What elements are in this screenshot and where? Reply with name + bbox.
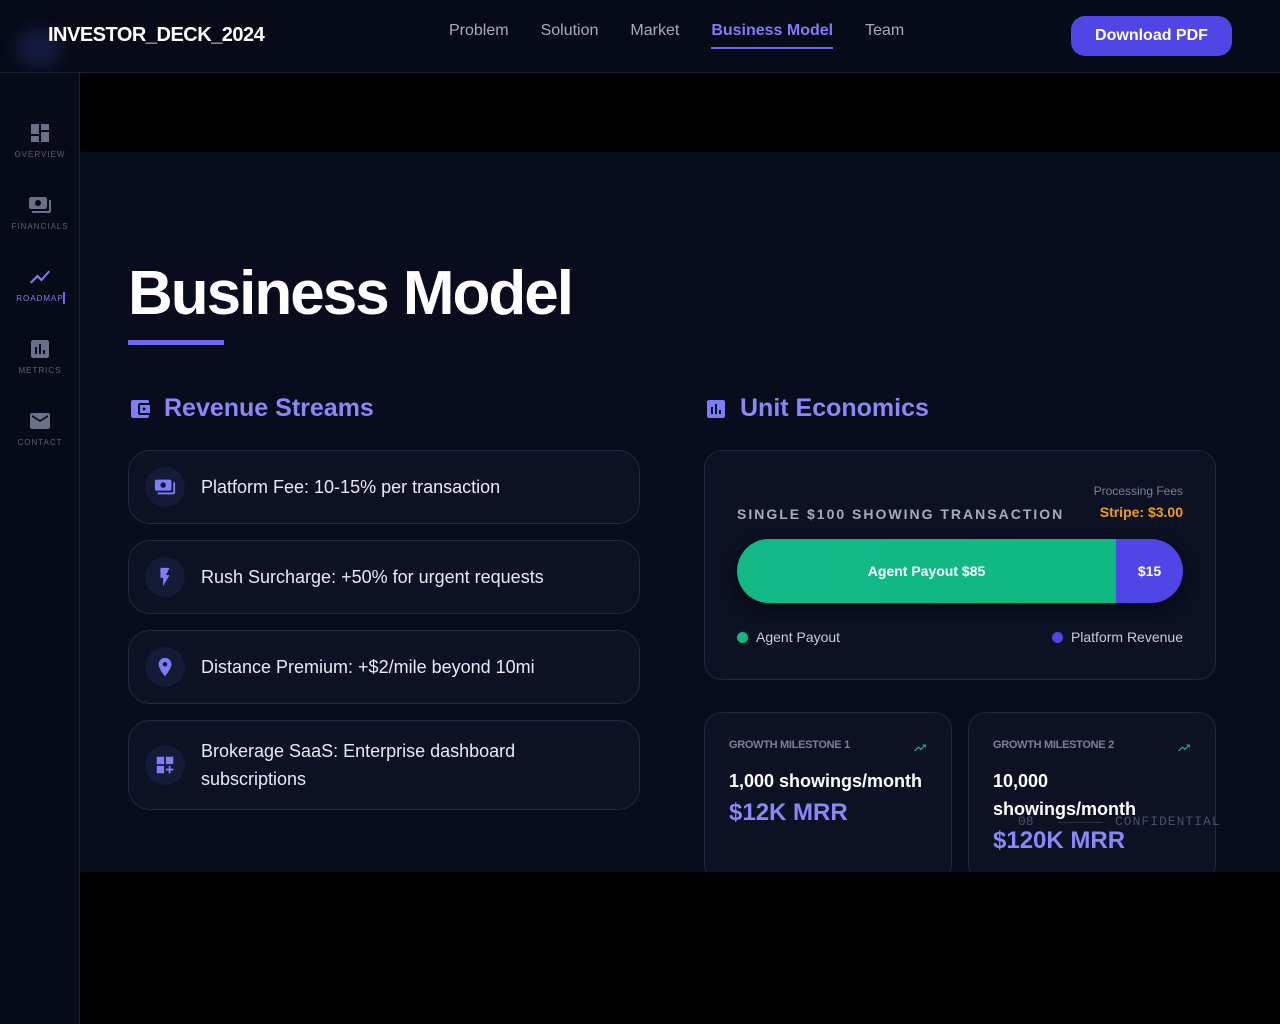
sidebar-label-overview: OVERVIEW — [14, 150, 66, 159]
revenue-item-platform-fee: Platform Fee: 10-15% per transaction — [128, 450, 640, 524]
nav-market[interactable]: Market — [630, 22, 679, 49]
milestone-label: GROWTH MILESTONE 2 — [993, 739, 1114, 751]
milestone-card-1: GROWTH MILESTONE 1 1,000 showings/month … — [704, 712, 952, 872]
revenue-icon-bg — [145, 467, 185, 507]
milestone-value: 1,000 showings/month — [729, 771, 923, 791]
money-icon — [29, 197, 51, 213]
page-title: Business Model — [128, 259, 574, 328]
sidebar-label-contact: CONTACT — [17, 438, 63, 447]
sidebar-item-contact[interactable]: CONTACT — [0, 409, 80, 469]
brand-logo-text[interactable]: INVESTOR_DECK_2024 — [48, 24, 265, 47]
revenue-item-text: Distance Premium: +$2/mile beyond 10mi — [201, 657, 535, 677]
milestone-mrr: $120K MRR — [993, 827, 1126, 854]
footer-divider — [1058, 822, 1103, 823]
legend-dot-platform — [1051, 631, 1063, 643]
revenue-icon-bg — [145, 647, 185, 687]
nav-problem[interactable]: Problem — [449, 22, 509, 49]
trend-line-icon — [30, 270, 50, 284]
download-pdf-button[interactable]: Download PDF — [1071, 16, 1232, 56]
sidebar-item-financials[interactable]: FINANCIALS — [0, 193, 80, 253]
processing-fees-label: Processing Fees — [1093, 484, 1183, 498]
top-nav: Problem Solution Market Business Model T… — [449, 22, 904, 49]
revenue-icon-bg — [145, 745, 185, 785]
trending-up-icon — [914, 744, 926, 752]
top-bar: INVESTOR_DECK_2024 Problem Solution Mark… — [0, 0, 1280, 73]
revenue-streams-title: Revenue Streams — [164, 394, 374, 422]
revenue-streams-heading: Revenue Streams — [128, 394, 374, 423]
nav-team[interactable]: Team — [865, 22, 904, 49]
add-grid-icon — [156, 756, 174, 774]
transaction-heading: SINGLE $100 SHOWING TRANSACTION — [737, 506, 1065, 522]
wallet-icon — [131, 399, 150, 418]
milestone-card-2: GROWTH MILESTONE 2 10,000 showings/month… — [968, 712, 1216, 872]
sidebar-label-metrics: METRICS — [18, 366, 62, 375]
active-indicator — [63, 292, 65, 304]
agent-payout-segment: Agent Payout $85 — [737, 539, 1117, 603]
unit-economics-card: SINGLE $100 SHOWING TRANSACTION Processi… — [704, 450, 1216, 680]
unit-economics-title: Unit Economics — [740, 394, 929, 422]
revenue-icon-bg — [145, 557, 185, 597]
platform-revenue-segment: $15 — [1116, 539, 1183, 603]
processing-fees-value: Stripe: $3.00 — [1099, 504, 1183, 520]
nav-business-model[interactable]: Business Model — [711, 22, 834, 49]
sidebar: OVERVIEW FINANCIALS ROADMAP METRICS CONT… — [0, 73, 80, 1024]
sidebar-item-overview[interactable]: OVERVIEW — [0, 121, 80, 181]
revenue-item-text: Rush Surcharge: +50% for urgent requests — [201, 567, 544, 587]
sidebar-label-financials: FINANCIALS — [11, 222, 69, 231]
trending-up-icon — [1178, 744, 1190, 752]
dashboard-icon — [31, 124, 49, 142]
revenue-item-text: Brokerage SaaS: Enterprise dashboard sub… — [201, 741, 516, 789]
sidebar-label-roadmap: ROADMAP — [16, 294, 64, 303]
legend-platform-label: Platform Revenue — [1070, 629, 1183, 645]
bar-chart-icon — [707, 399, 725, 418]
bolt-icon — [160, 567, 170, 587]
milestone-mrr: $12K MRR — [729, 799, 848, 826]
payout-split-bar: Agent Payout $85 $15 — [737, 539, 1183, 603]
bar-chart-icon — [31, 340, 49, 358]
unit-economics-heading: Unit Economics — [704, 394, 929, 423]
sidebar-item-roadmap[interactable]: ROADMAP — [0, 265, 80, 325]
title-underline — [128, 340, 224, 345]
revenue-item-text: Platform Fee: 10-15% per transaction — [201, 477, 501, 497]
legend-agent: Agent Payout — [737, 629, 840, 645]
slide: Business Model Revenue Streams Platform … — [80, 152, 1280, 872]
confidential-tag: CONFIDENTIAL — [1115, 814, 1221, 829]
legend-platform: Platform Revenue — [1051, 629, 1183, 645]
location-pin-icon — [158, 657, 172, 677]
mail-icon — [30, 413, 50, 429]
revenue-item-brokerage-saas: Brokerage SaaS: Enterprise dashboard sub… — [128, 720, 640, 810]
sidebar-item-metrics[interactable]: METRICS — [0, 337, 80, 397]
legend-agent-label: Agent Payout — [756, 629, 841, 645]
milestone-label: GROWTH MILESTONE 1 — [729, 739, 850, 751]
nav-solution[interactable]: Solution — [541, 22, 599, 49]
revenue-item-distance-premium: Distance Premium: +$2/mile beyond 10mi — [128, 630, 640, 704]
slide-number: 08 — [1018, 814, 1034, 829]
money-icon — [154, 479, 176, 495]
legend-dot-agent — [737, 631, 748, 643]
revenue-item-rush-surcharge: Rush Surcharge: +50% for urgent requests — [128, 540, 640, 614]
